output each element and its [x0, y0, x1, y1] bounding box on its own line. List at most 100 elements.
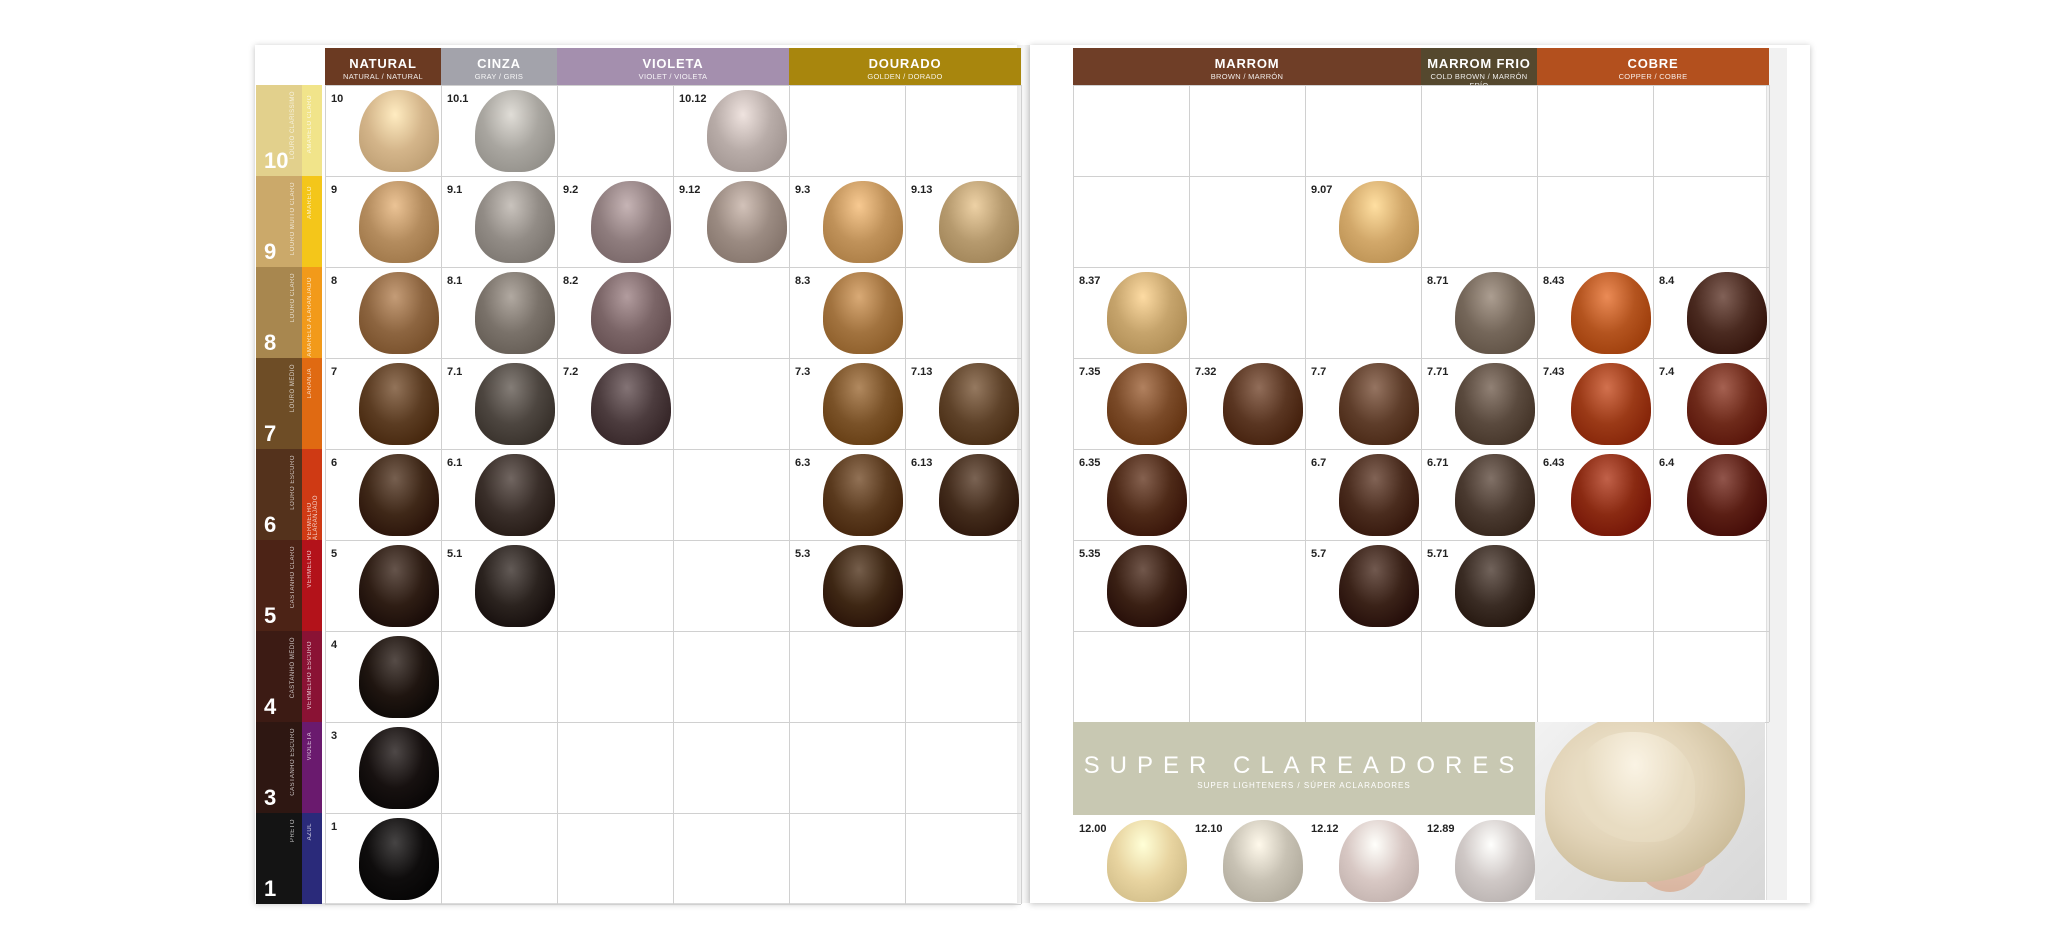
column-header: VIOLETA VIOLET / VIOLETA: [557, 48, 789, 85]
shade-code: 7.2: [563, 366, 579, 378]
grid-line: [1073, 85, 1769, 86]
shade-code: 5.3: [795, 548, 811, 560]
hair-swatch-image: [591, 272, 671, 354]
level-number: 4: [264, 694, 277, 719]
hair-swatch-image: [1455, 363, 1535, 445]
grid-line: [1073, 631, 1769, 632]
shade-code: 8.37: [1079, 275, 1101, 287]
shade-code: 7.1: [447, 366, 463, 378]
hair-swatch: 8.71: [1421, 267, 1537, 358]
hair-swatch: 5: [325, 540, 441, 631]
hair-swatch: 7.1: [441, 358, 557, 449]
shade-code: 12.89: [1427, 823, 1455, 835]
hair-swatch: 7.4: [1653, 358, 1769, 449]
shade-code: 9.07: [1311, 184, 1333, 196]
level-number: 7: [264, 421, 277, 446]
level-name: LOURO MÉDIO: [290, 364, 296, 413]
model-photo: [1535, 722, 1765, 900]
hair-swatch-image: [939, 181, 1019, 263]
level-block: 4 CASTANHO MÉDIO: [256, 631, 302, 722]
hair-swatch-image: [823, 363, 903, 445]
shade-code: 9.12: [679, 184, 701, 196]
hair-swatch: 7.35: [1073, 358, 1189, 449]
hair-swatch-image: [939, 454, 1019, 536]
hair-swatch-image: [475, 363, 555, 445]
level-block: 8 LOURO CLARO: [256, 267, 302, 358]
hair-swatch: 7.3: [789, 358, 905, 449]
shade-code: 9: [331, 184, 338, 196]
shade-code: 5.35: [1079, 548, 1101, 560]
hair-swatch: 6.3: [789, 449, 905, 540]
shade-code: 12.00: [1079, 823, 1107, 835]
shade-code: 5.7: [1311, 548, 1327, 560]
hair-swatch: 6.71: [1421, 449, 1537, 540]
hair-swatch-image: [359, 181, 439, 263]
hair-swatch: 10.1: [441, 85, 557, 176]
column-title: CINZA: [477, 56, 521, 71]
hair-swatch: 6.13: [905, 449, 1021, 540]
shade-code: 6.1: [447, 457, 463, 469]
shade-code: 8.3: [795, 275, 811, 287]
hair-swatch-image: [475, 90, 555, 172]
column-subtitle: COPPER / COBRE: [1618, 72, 1688, 81]
hair-swatch: 6: [325, 449, 441, 540]
shade-code: 7.3: [795, 366, 811, 378]
shade-code: 4: [331, 639, 338, 651]
hair-swatch-image: [359, 454, 439, 536]
level-name: LOURO CLARO: [290, 273, 296, 323]
shade-code: 7.43: [1543, 366, 1565, 378]
hair-swatch-image: [1107, 272, 1187, 354]
hair-swatch: 3: [325, 722, 441, 813]
level-block: 9 LOURO MUITO CLARO: [256, 176, 302, 267]
level-block: 6 LOURO ESCURO: [256, 449, 302, 540]
hair-swatch-image: [475, 545, 555, 627]
shade-code: 12.12: [1311, 823, 1339, 835]
shade-code: 6.35: [1079, 457, 1101, 469]
hair-swatch: 7.43: [1537, 358, 1653, 449]
hair-swatch-image: [1687, 454, 1767, 536]
hair-swatch: 12.10: [1189, 815, 1305, 906]
shade-code: 8.2: [563, 275, 579, 287]
hair-swatch-image: [591, 181, 671, 263]
hair-swatch-image: [823, 181, 903, 263]
shade-code: 8: [331, 275, 338, 287]
hair-swatch: 7.13: [905, 358, 1021, 449]
shade-code: 7.13: [911, 366, 933, 378]
hair-swatch-image: [359, 90, 439, 172]
column-subtitle: BROWN / MARRÓN: [1210, 72, 1284, 81]
hair-swatch: 12.12: [1305, 815, 1421, 906]
hair-swatch-image: [1107, 454, 1187, 536]
hair-swatch: 4: [325, 631, 441, 722]
shade-code: 6.13: [911, 457, 933, 469]
undertone-label: AZUL: [307, 823, 313, 841]
hair-swatch-image: [359, 818, 439, 900]
level-block: 7 LOURO MÉDIO: [256, 358, 302, 449]
undertone-label: VERMELHO ALARANJADO: [307, 494, 319, 540]
level-number: 9: [264, 239, 277, 264]
shade-code: 7.7: [1311, 366, 1327, 378]
hair-swatch: 8.4: [1653, 267, 1769, 358]
level-number: 5: [264, 603, 277, 628]
shade-code: 7.71: [1427, 366, 1449, 378]
shade-code: 3: [331, 730, 338, 742]
shade-code: 7: [331, 366, 338, 378]
hair-swatch: 6.35: [1073, 449, 1189, 540]
shade-code: 8.1: [447, 275, 463, 287]
shade-code: 1: [331, 821, 338, 833]
level-number: 3: [264, 785, 277, 810]
hair-swatch-image: [359, 636, 439, 718]
hair-swatch: 7: [325, 358, 441, 449]
column-subtitle: GRAY / GRIS: [474, 72, 524, 81]
grid-line: [1021, 85, 1022, 904]
hair-swatch: 6.7: [1305, 449, 1421, 540]
hair-swatch-image: [1455, 272, 1535, 354]
hair-swatch: 8.43: [1537, 267, 1653, 358]
column-header: MARROM FRIOCOLD BROWN / MARRÓN FRÍO: [1421, 48, 1537, 90]
hair-swatch: 5.3: [789, 540, 905, 631]
hair-swatch-image: [1339, 820, 1419, 902]
grid-line: [325, 904, 1021, 905]
undertone-strip: VERMELHO ALARANJADO: [302, 449, 322, 540]
shade-code: 7.4: [1659, 366, 1675, 378]
hair-swatch: 9.3: [789, 176, 905, 267]
shade-code: 8.71: [1427, 275, 1449, 287]
